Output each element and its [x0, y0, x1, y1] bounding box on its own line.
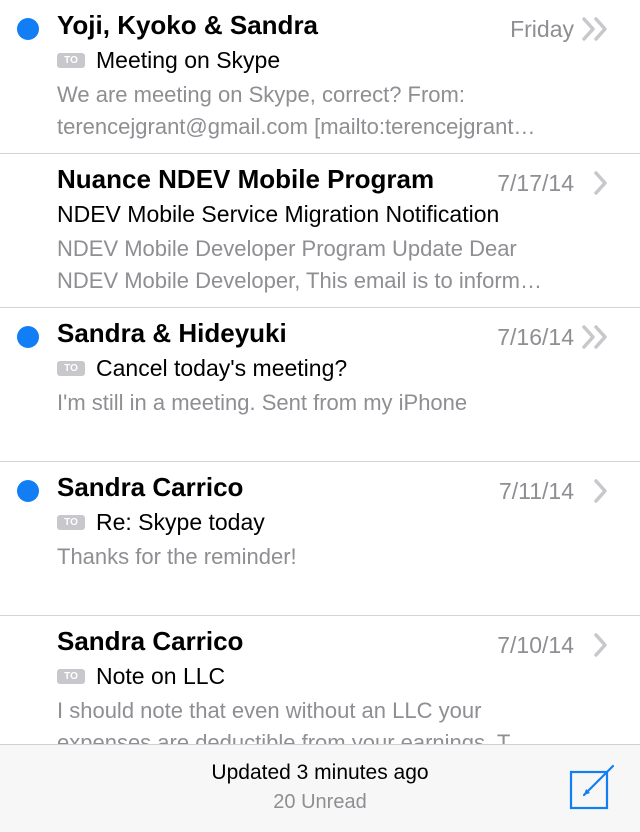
message-sender: Sandra & Hideyuki [57, 318, 287, 348]
message-date: 7/10/14 [497, 632, 574, 658]
message-subject: TO Cancel today's meeting? [57, 355, 347, 382]
message-preview: Thanks for the reminder! [57, 541, 612, 573]
message-date: Friday [510, 16, 574, 42]
message-date: 7/17/14 [497, 170, 574, 196]
subject-text: Meeting on Skype [96, 47, 281, 73]
message-sender: Yoji, Kyoko & Sandra [57, 10, 319, 40]
message-sender: Sandra Carrico [57, 472, 244, 502]
chevron-right-icon [594, 633, 607, 657]
unread-dot-icon [17, 480, 39, 502]
message-sender: Nuance NDEV Mobile Program [57, 164, 435, 194]
message-preview: I should note that even without an LLC y… [57, 695, 612, 744]
message-date: 7/16/14 [497, 324, 574, 350]
to-badge: TO [57, 53, 85, 68]
message-preview: We are meeting on Skype, correct? From: … [57, 79, 612, 143]
updated-status: Updated 3 minutes ago [211, 761, 429, 784]
message-preview: I'm still in a meeting. Sent from my iPh… [57, 387, 612, 419]
message-subject: TO Note on LLC [57, 663, 225, 690]
preview-line: NDEV Mobile Developer Program Update Dea… [57, 236, 517, 261]
unread-dot-icon [17, 18, 39, 40]
message-subject: TO Meeting on Skype [57, 47, 280, 74]
preview-line: I'm still in a meeting. Sent from my iPh… [57, 390, 468, 415]
preview-line: Thanks for the reminder! [57, 544, 297, 569]
bottom-toolbar: Updated 3 minutes ago 20 Unread [0, 744, 640, 832]
subject-text: Re: Skype today [96, 509, 265, 535]
double-chevron-icon [582, 17, 607, 41]
double-chevron-icon [582, 325, 607, 349]
message-subject: NDEV Mobile Service Migration Notificati… [57, 201, 499, 228]
message-row[interactable]: Sandra Carrico 7/11/14 TO Re: Skype toda… [0, 461, 640, 615]
to-badge: TO [57, 361, 85, 376]
message-sender: Sandra Carrico [57, 626, 244, 656]
message-date: 7/11/14 [498, 478, 574, 504]
preview-line: I should note that even without an LLC y… [57, 698, 482, 723]
message-list: Yoji, Kyoko & Sandra Friday TO Meeting o… [0, 0, 640, 744]
message-subject: TO Re: Skype today [57, 509, 265, 536]
subject-text: Note on LLC [96, 663, 226, 689]
message-row[interactable]: Yoji, Kyoko & Sandra Friday TO Meeting o… [0, 0, 640, 153]
subject-text: Cancel today's meeting? [96, 355, 348, 381]
preview-line: NDEV Mobile Developer, This email is to … [57, 268, 542, 293]
message-row[interactable]: Sandra & Hideyuki 7/16/14 TO Cancel toda… [0, 307, 640, 461]
compose-icon[interactable] [568, 762, 618, 812]
to-badge: TO [57, 669, 85, 684]
to-badge: TO [57, 515, 85, 530]
chevron-right-icon [594, 479, 607, 503]
preview-line: expenses are deductible from your earnin… [57, 730, 511, 744]
message-preview: NDEV Mobile Developer Program Update Dea… [57, 233, 612, 297]
preview-line: terencejgrant@gmail.com [mailto:terencej… [57, 114, 536, 139]
subject-text: NDEV Mobile Service Migration Notificati… [57, 201, 500, 227]
unread-count: 20 Unread [273, 791, 367, 813]
chevron-right-icon [594, 171, 607, 195]
message-row[interactable]: Sandra Carrico 7/10/14 TO Note on LLC I … [0, 615, 640, 744]
unread-dot-icon [17, 326, 39, 348]
preview-line: We are meeting on Skype, correct? From: [57, 82, 465, 107]
message-row[interactable]: Nuance NDEV Mobile Program 7/17/14 NDEV … [0, 153, 640, 307]
